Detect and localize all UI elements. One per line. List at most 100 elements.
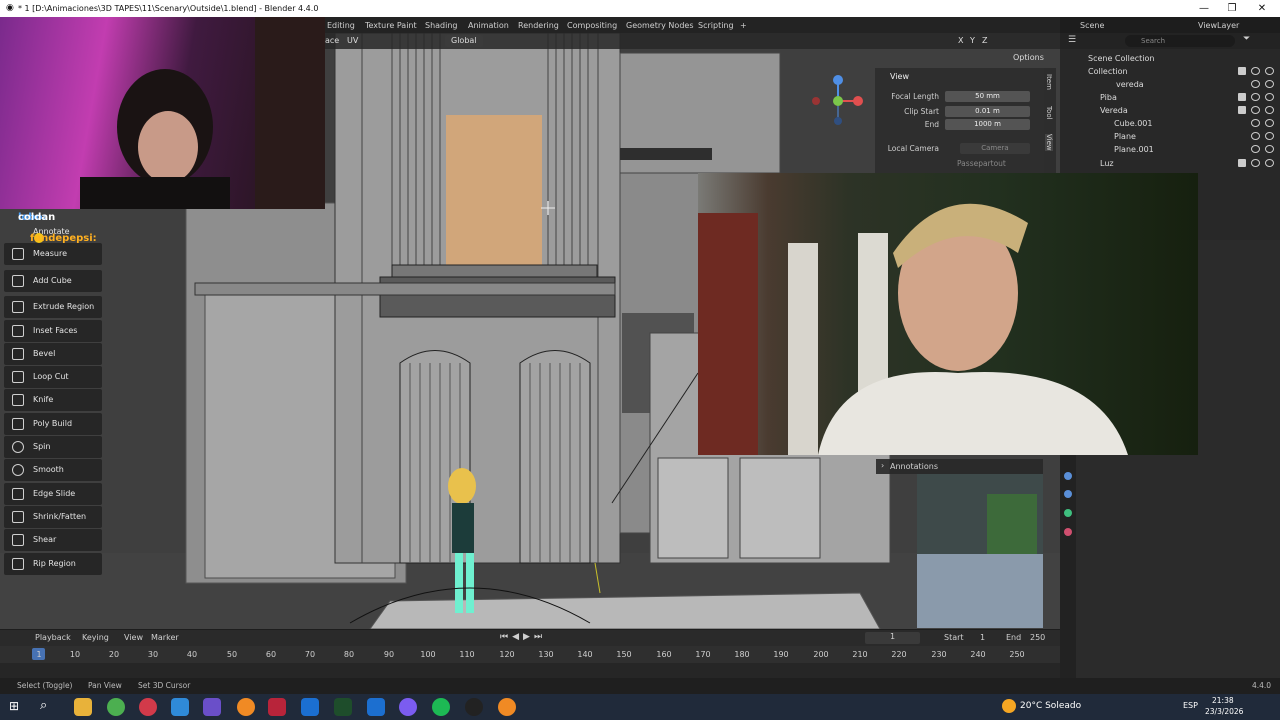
clip-end-field[interactable]: 1000 m (945, 119, 1030, 130)
tool-extrude-region[interactable]: Extrude Region (4, 296, 102, 318)
eye-icon[interactable] (1251, 145, 1260, 153)
camera-icon[interactable] (1265, 159, 1274, 167)
maximize-button[interactable]: ❐ (1218, 0, 1246, 17)
spotify-icon[interactable] (432, 698, 450, 716)
tool-edge-slide[interactable]: Edge Slide (4, 483, 102, 505)
eye-icon[interactable] (1251, 106, 1260, 114)
annotations-panel[interactable]: › Annotations (876, 459, 1043, 474)
focal-length-field[interactable]: 50 mm (945, 91, 1030, 102)
tab-shading[interactable]: Shading (425, 19, 458, 32)
tool-measure[interactable]: Measure (4, 243, 102, 265)
modifier-tab-icon[interactable] (1064, 490, 1072, 498)
filter-icon[interactable]: ⏷ (1243, 34, 1250, 44)
axis-z[interactable]: Z (982, 35, 987, 47)
file-explorer-icon[interactable] (74, 698, 92, 716)
camera-icon[interactable] (1265, 145, 1274, 153)
minimize-button[interactable]: — (1190, 0, 1218, 17)
tab-item[interactable]: Item (1045, 74, 1053, 90)
keying-menu[interactable]: Keying (82, 633, 109, 642)
playback-controls-icon[interactable]: ⏮◀▶⏭ (500, 632, 546, 642)
clock-date[interactable]: 23/3/2026 (1205, 707, 1243, 716)
vscode-icon[interactable] (367, 698, 385, 716)
tool-add-cube[interactable]: Add Cube (4, 270, 102, 292)
outliner-row[interactable]: Vereda (1060, 104, 1280, 117)
checkbox-icon[interactable] (1238, 106, 1246, 114)
tool-shrink-fatten[interactable]: Shrink/Fatten (4, 506, 102, 528)
tab-texture-paint[interactable]: Texture Paint (365, 19, 417, 32)
eye-icon[interactable] (1251, 132, 1260, 140)
chrome-icon[interactable] (107, 698, 125, 716)
axis-y[interactable]: Y (970, 35, 975, 47)
axis-x[interactable]: X (958, 35, 963, 47)
start-field[interactable]: 1 (980, 633, 985, 642)
tool-inset-faces[interactable]: Inset Faces (4, 320, 102, 342)
photoshop-icon[interactable] (301, 698, 319, 716)
weather-text[interactable]: 20°C Soleado (1020, 701, 1081, 711)
end-field[interactable]: 250 (1030, 633, 1045, 642)
material-tab-icon[interactable] (1064, 528, 1072, 536)
outliner-row[interactable]: Collection (1060, 65, 1280, 78)
outliner-row[interactable]: Plane (1060, 130, 1280, 143)
tool-rip-region[interactable]: Rip Region (4, 553, 102, 575)
tool-knife[interactable]: Knife (4, 389, 102, 411)
eye-icon[interactable] (1251, 80, 1260, 88)
tool-spin[interactable]: Spin (4, 436, 102, 458)
camera-icon[interactable] (1265, 67, 1274, 75)
outliner-row[interactable]: Piba (1060, 91, 1280, 104)
checkbox-icon[interactable] (1238, 159, 1246, 167)
timeline-track-area[interactable] (0, 663, 1060, 678)
windows-start-icon[interactable]: ⊞ (9, 699, 19, 713)
uv-menu[interactable]: UV (347, 35, 358, 47)
options-dropdown[interactable]: Options (1013, 52, 1044, 64)
eye-icon[interactable] (1251, 159, 1260, 167)
checkbox-icon[interactable] (1238, 93, 1246, 101)
view-panel-header[interactable]: View (890, 72, 909, 81)
outliner-root[interactable]: Scene Collection (1060, 52, 1280, 65)
view-menu[interactable]: View (124, 633, 143, 642)
tool-bevel[interactable]: Bevel (4, 343, 102, 365)
timeline-ruler[interactable]: 1 10 20 30 40 50 60 70 80 90 100 110 120… (0, 646, 1060, 663)
orientation-dropdown[interactable]: Global (445, 35, 483, 47)
close-button[interactable]: ✕ (1248, 0, 1276, 17)
camera-icon[interactable] (1265, 119, 1274, 127)
app-icon[interactable] (203, 698, 221, 716)
camera-icon[interactable] (1265, 132, 1274, 140)
pycharm-icon[interactable] (334, 698, 352, 716)
checkbox-icon[interactable] (1238, 67, 1246, 75)
tab-editing[interactable]: Editing (327, 19, 355, 32)
tool-loop-cut[interactable]: Loop Cut (4, 366, 102, 388)
tab-compositing[interactable]: Compositing (567, 19, 617, 32)
blender-icon[interactable] (498, 698, 516, 716)
tab-scripting[interactable]: Scripting (698, 19, 734, 32)
edge-icon[interactable] (171, 698, 189, 716)
clock-time[interactable]: 21:38 (1212, 696, 1234, 705)
object-tab-icon[interactable] (1064, 472, 1072, 480)
camera-field[interactable]: Camera (960, 143, 1030, 154)
opera-icon[interactable] (139, 698, 157, 716)
tool-shear[interactable]: Shear (4, 529, 102, 551)
app-icon[interactable] (399, 698, 417, 716)
tab-view[interactable]: View (1045, 134, 1053, 151)
outliner-row[interactable]: Cube.001 (1060, 117, 1280, 130)
outliner-row[interactable]: Plane.001 (1060, 143, 1280, 156)
current-frame-field[interactable]: 1 (865, 632, 920, 644)
language-indicator[interactable]: ESP (1183, 701, 1198, 710)
tool-smooth[interactable]: Smooth (4, 459, 102, 481)
eye-icon[interactable] (1251, 119, 1260, 127)
view-layer-selector[interactable]: ViewLayer (1198, 19, 1239, 32)
outliner-row[interactable]: vereda (1060, 78, 1280, 91)
camera-icon[interactable] (1265, 93, 1274, 101)
tab-rendering[interactable]: Rendering (518, 19, 559, 32)
outliner-editor-icon[interactable]: ☰ (1068, 35, 1076, 45)
playback-menu[interactable]: Playback (35, 633, 71, 642)
obs-icon[interactable] (465, 698, 483, 716)
add-workspace-button[interactable]: + (740, 19, 747, 32)
eye-icon[interactable] (1251, 67, 1260, 75)
face-select-label[interactable]: ace (325, 35, 339, 47)
data-tab-icon[interactable] (1064, 509, 1072, 517)
outliner-row[interactable]: Luz (1060, 157, 1280, 170)
eye-icon[interactable] (1251, 93, 1260, 101)
blender-icon[interactable] (237, 698, 255, 716)
camera-icon[interactable] (1265, 106, 1274, 114)
video-app-icon[interactable] (268, 698, 286, 716)
